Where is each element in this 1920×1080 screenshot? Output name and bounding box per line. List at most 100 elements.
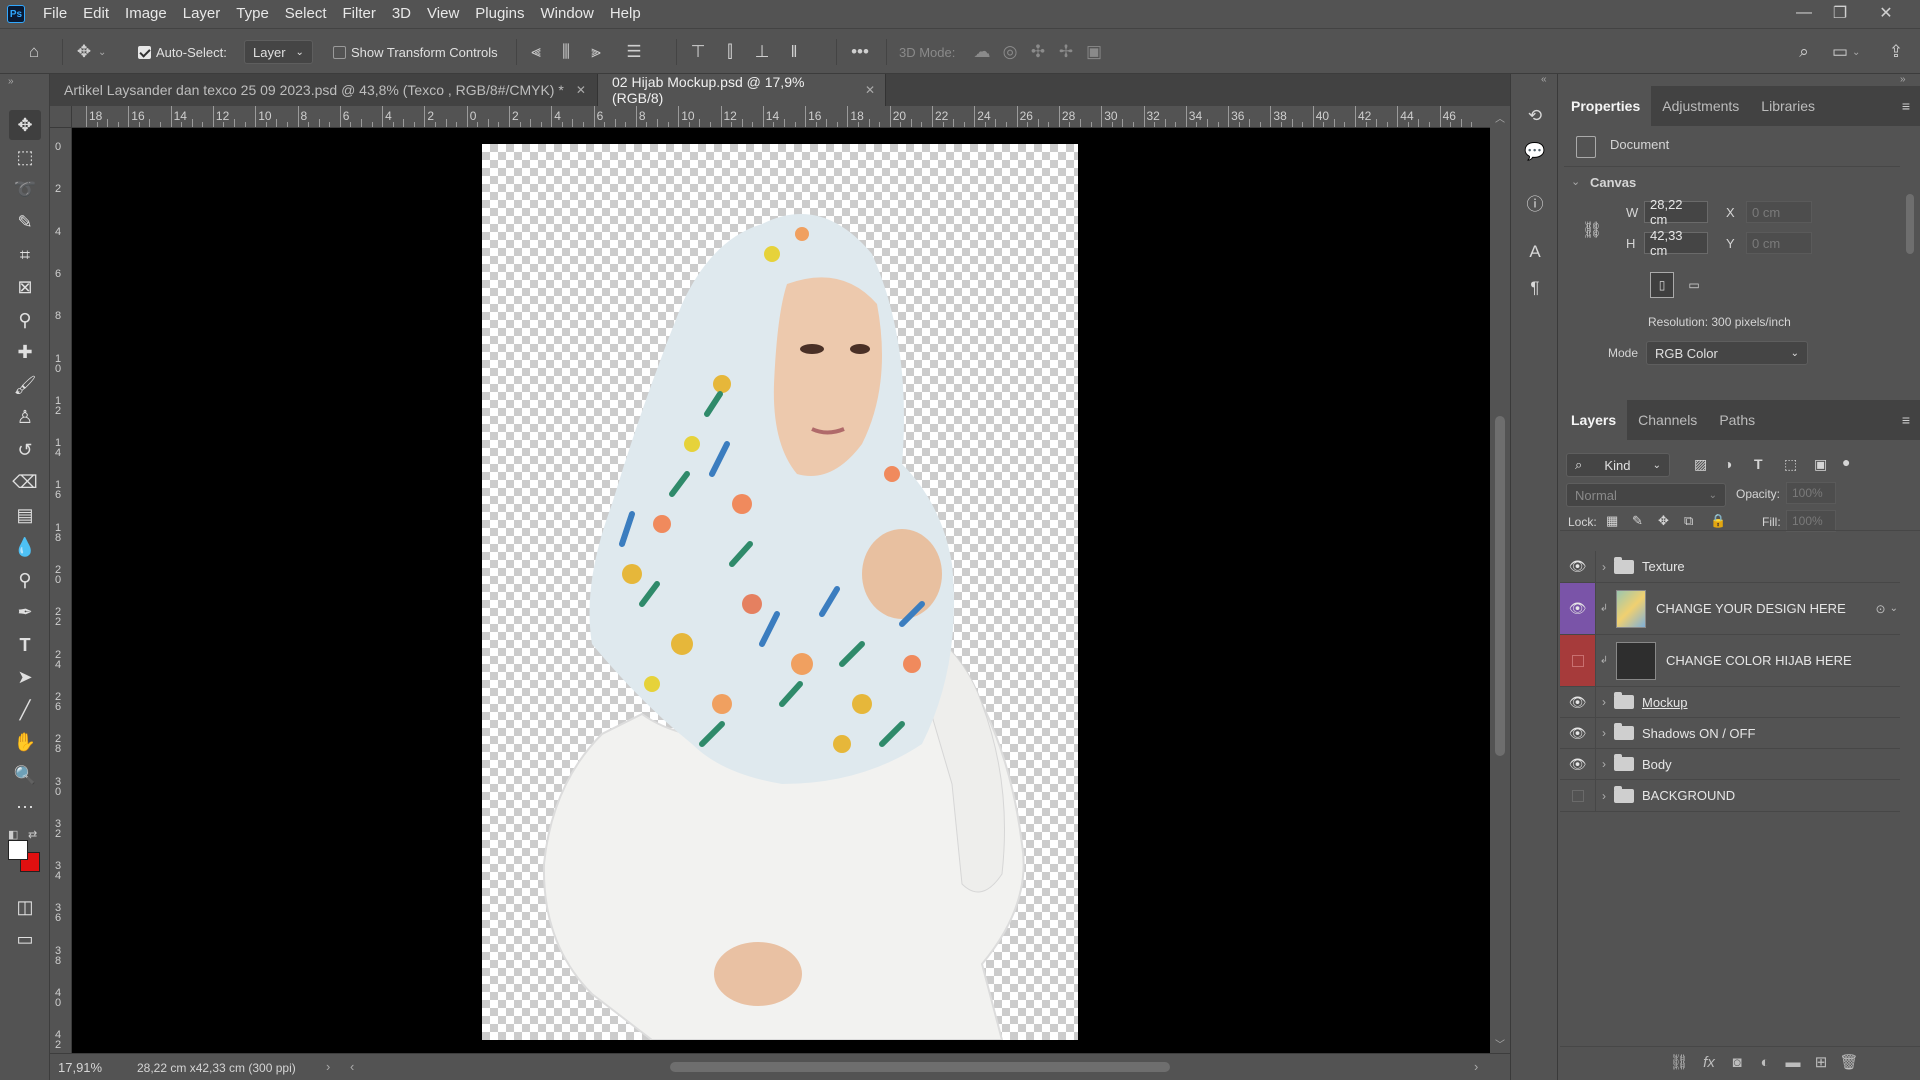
tab-libraries[interactable]: Libraries [1750, 86, 1826, 126]
align-middle-icon[interactable]: ⫿ [718, 40, 742, 64]
chevron-right-icon[interactable]: › [1596, 695, 1612, 709]
chevron-down-icon[interactable]: ⌄ [1571, 175, 1580, 188]
menu-window[interactable]: Window [532, 0, 601, 28]
gradient-tool-icon[interactable]: ▤ [9, 500, 41, 530]
layer-row-mockup[interactable]: 👁 › Mockup [1560, 687, 1900, 718]
3d-slide-icon[interactable]: ✢ [1054, 40, 1078, 64]
distribute-vertical-icon[interactable]: ‖ [782, 40, 806, 64]
layer-filter-kind-dropdown[interactable]: ⌕ Kind ⌄ [1566, 453, 1670, 477]
align-center-icon[interactable]: ⫼ [554, 40, 578, 64]
lock-transparency-icon[interactable]: ▦ [1606, 513, 1618, 529]
chevron-right-icon[interactable]: › [1596, 789, 1612, 803]
workspace-icon[interactable]: ▭ [1828, 40, 1852, 64]
filter-type-icon[interactable]: T [1754, 456, 1763, 472]
horizontal-scrollbar-thumb[interactable] [670, 1062, 1170, 1072]
add-mask-icon[interactable]: ◙ [1722, 1047, 1752, 1077]
visibility-toggle-empty[interactable] [1560, 780, 1596, 811]
menu-type[interactable]: Type [228, 0, 277, 28]
info-panel-icon[interactable]: ⓘ [1521, 188, 1549, 216]
comments-panel-icon[interactable]: 💬 [1521, 138, 1549, 166]
width-field[interactable]: 28,22 cm [1644, 197, 1708, 227]
chevron-down-icon[interactable]: ⌄ [1852, 47, 1860, 58]
eraser-icon[interactable]: ⌫ [9, 467, 41, 497]
lasso-tool-icon[interactable]: ➰ [9, 174, 41, 204]
menu-view[interactable]: View [419, 0, 467, 28]
type-tool-icon[interactable]: T [9, 630, 41, 660]
align-bottom-icon[interactable]: ⊥ [750, 40, 774, 64]
distribute-horizontal-icon[interactable]: ☰ [622, 40, 646, 64]
filter-pixel-icon[interactable]: ▨ [1694, 456, 1707, 473]
new-group-icon[interactable]: ▬ [1778, 1047, 1808, 1077]
lock-all-icon[interactable]: 🔒 [1710, 513, 1726, 529]
scrollbar-thumb[interactable] [1906, 194, 1914, 254]
layer-effects-icon[interactable]: ⊙ [1876, 602, 1886, 616]
zoom-tool-icon[interactable]: 🔍 [9, 760, 41, 790]
delete-layer-icon[interactable]: 🗑 [1834, 1047, 1864, 1077]
align-top-icon[interactable]: ⊤ [686, 40, 710, 64]
restore-icon[interactable]: ❐ [1822, 0, 1858, 26]
portrait-orientation-icon[interactable]: ▯ [1650, 272, 1674, 298]
zoom-level[interactable]: 17,91% [58, 1060, 102, 1075]
move-tool-icon[interactable]: ✥ [72, 40, 96, 64]
new-layer-icon[interactable]: ⊞ [1806, 1047, 1836, 1077]
screen-mode-icon[interactable]: ▭ [9, 924, 41, 954]
link-dimensions-icon[interactable]: ⛓ [1582, 220, 1602, 240]
vertical-scrollbar[interactable]: ︿ ﹀ [1490, 106, 1510, 1053]
scrollbar-thumb[interactable] [1495, 416, 1505, 756]
canvas-area[interactable] [72, 128, 1490, 1053]
show-transform-check[interactable] [333, 45, 346, 59]
scroll-down-icon[interactable]: ﹀ [1495, 1036, 1505, 1051]
history-panel-icon[interactable]: ⟲ [1521, 102, 1549, 130]
filter-smart-object-icon[interactable]: ▣ [1814, 456, 1827, 473]
collapse-strip-icon[interactable]: « [1541, 74, 1547, 85]
chevron-right-icon[interactable]: › [1596, 757, 1612, 771]
document-canvas[interactable] [482, 144, 1078, 1041]
close-icon[interactable]: ✕ [576, 83, 586, 97]
history-brush-icon[interactable]: ↺ [9, 435, 41, 465]
y-field[interactable]: 0 cm [1746, 232, 1812, 254]
menu-filter[interactable]: Filter [335, 0, 384, 28]
3d-camera-icon[interactable]: ▣ [1082, 40, 1106, 64]
menu-edit[interactable]: Edit [75, 0, 117, 28]
hand-tool-icon[interactable]: ✋ [9, 727, 41, 757]
landscape-orientation-icon[interactable]: ▭ [1682, 272, 1706, 298]
3d-orbit-icon[interactable]: ☁ [970, 40, 994, 64]
share-icon[interactable]: ⇪ [1884, 40, 1908, 64]
fill-field[interactable]: 100% [1786, 510, 1836, 532]
layer-row-shadows[interactable]: 👁 › Shadows ON / OFF [1560, 718, 1900, 749]
layer-style-icon[interactable]: fx [1694, 1047, 1724, 1077]
tab-properties[interactable]: Properties [1560, 86, 1652, 126]
blur-tool-icon[interactable]: 💧 [9, 532, 41, 562]
menu-image[interactable]: Image [117, 0, 175, 28]
adjustment-layer-icon[interactable]: ◐ [1750, 1047, 1780, 1077]
search-icon[interactable]: ⌕ [1792, 40, 1816, 64]
panel-menu-icon[interactable]: ≡ [1902, 412, 1910, 428]
align-left-icon[interactable]: ⫷ [524, 40, 548, 64]
layer-row-background[interactable]: › BACKGROUND [1560, 780, 1900, 812]
opacity-field[interactable]: 100% [1786, 482, 1836, 504]
link-layers-icon[interactable]: ⛓ [1664, 1047, 1694, 1077]
3d-pan-icon[interactable]: ✣ [1026, 40, 1050, 64]
auto-select-checkbox[interactable]: Auto-Select: [138, 29, 227, 75]
swap-colors-icon[interactable]: ⇄ [28, 828, 37, 841]
path-selection-icon[interactable]: ➤ [9, 662, 41, 692]
chevron-down-icon[interactable]: ⌄ [98, 47, 106, 58]
menu-layer[interactable]: Layer [175, 0, 229, 28]
chevron-right-icon[interactable]: › [1596, 560, 1612, 574]
auto-select-check[interactable] [138, 45, 151, 59]
rectangular-marquee-icon[interactable]: ⬚ [9, 142, 41, 172]
more-options-icon[interactable]: ••• [848, 40, 872, 64]
chevron-down-icon[interactable]: ⌄ [1890, 603, 1898, 614]
move-tool-icon[interactable]: ✥ [9, 110, 41, 140]
canvas-section-title[interactable]: Canvas [1590, 175, 1636, 190]
scroll-up-icon[interactable]: ︿ [1495, 110, 1505, 125]
lock-position-icon[interactable]: ✥ [1658, 513, 1669, 529]
panel-menu-icon[interactable]: ≡ [1902, 98, 1910, 114]
visibility-eye-icon[interactable]: 👁 [1560, 687, 1596, 717]
healing-brush-icon[interactable]: ✚ [9, 337, 41, 367]
3d-roll-icon[interactable]: ◎ [998, 40, 1022, 64]
tab-paths[interactable]: Paths [1708, 400, 1766, 440]
scroll-right-icon[interactable]: › [1474, 1059, 1478, 1074]
show-transform-controls-checkbox[interactable]: Show Transform Controls [333, 29, 498, 75]
tab-channels[interactable]: Channels [1627, 400, 1708, 440]
